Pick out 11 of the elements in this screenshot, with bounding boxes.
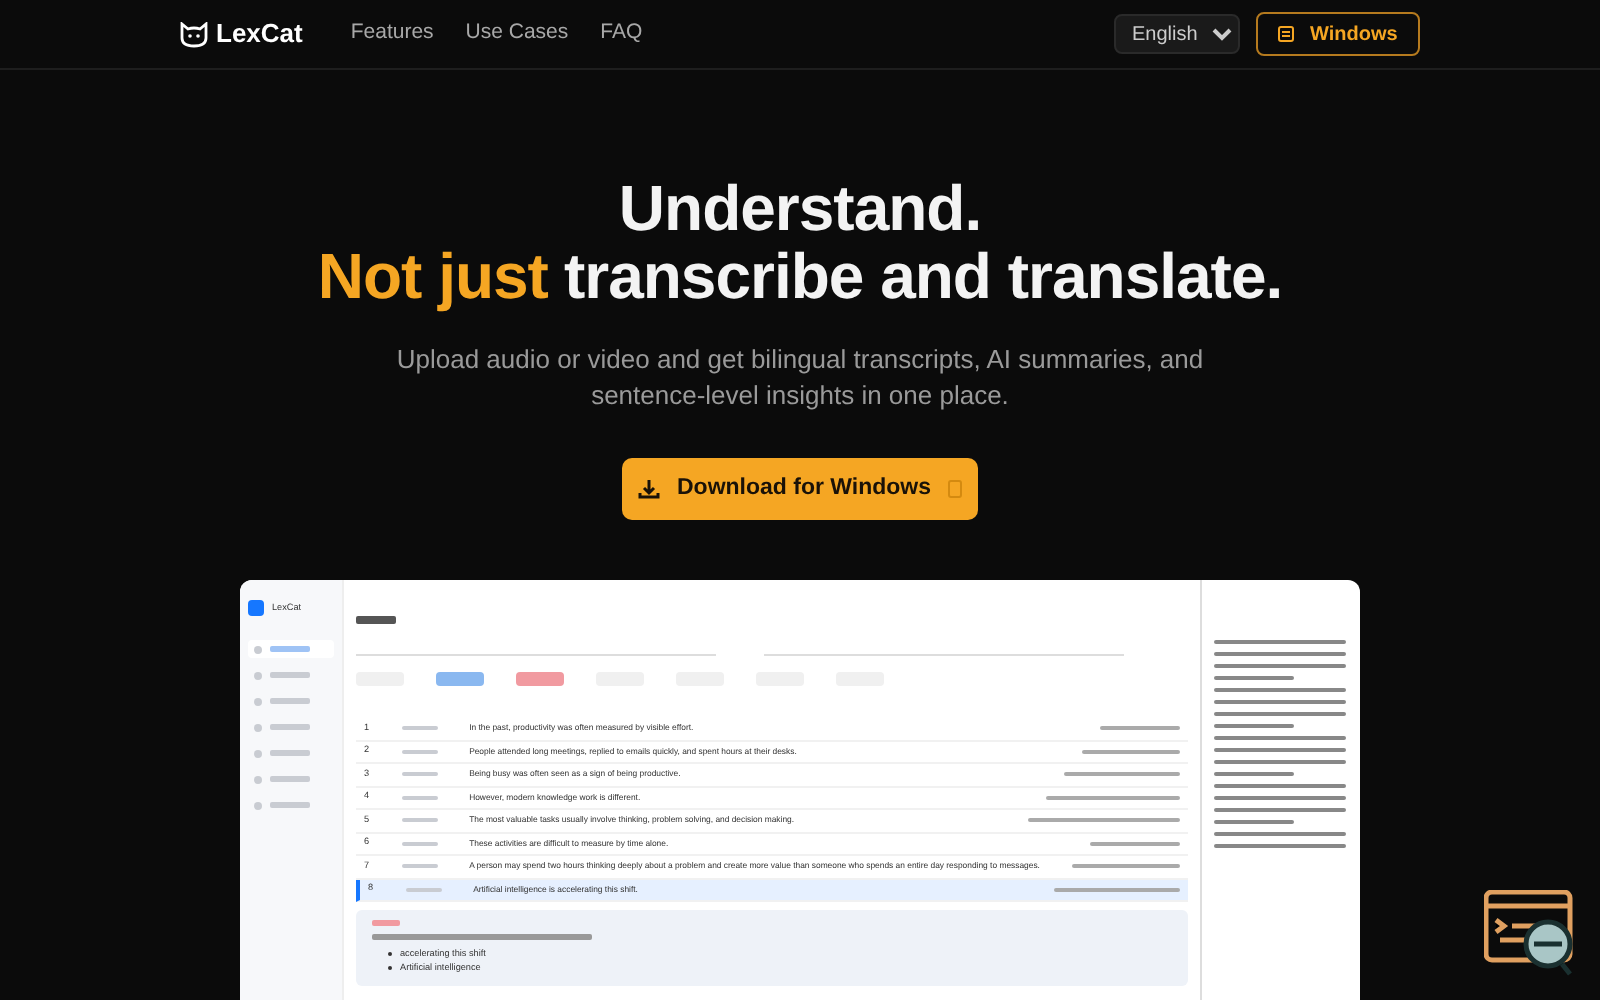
brand-name[interactable]: LexCat (216, 14, 303, 54)
subtitle: Upload audio or video and get bilingual transcripts, AI summaries, and sentence-level insights in one place. (394, 342, 1206, 414)
language-select[interactable]: English (1114, 14, 1240, 54)
nav-link[interactable]: FAQ (600, 18, 643, 50)
headline-highlight: Not just (317, 242, 548, 310)
windows-button[interactable]: Windows (1256, 12, 1420, 56)
headline: transcribe and translate. (563, 242, 1283, 310)
nav-link[interactable]: Features (350, 18, 434, 50)
download-button[interactable]: Download for Windows (622, 458, 978, 520)
nav-link[interactable]: Use Cases (465, 18, 569, 50)
headline: Understand. (618, 174, 982, 242)
